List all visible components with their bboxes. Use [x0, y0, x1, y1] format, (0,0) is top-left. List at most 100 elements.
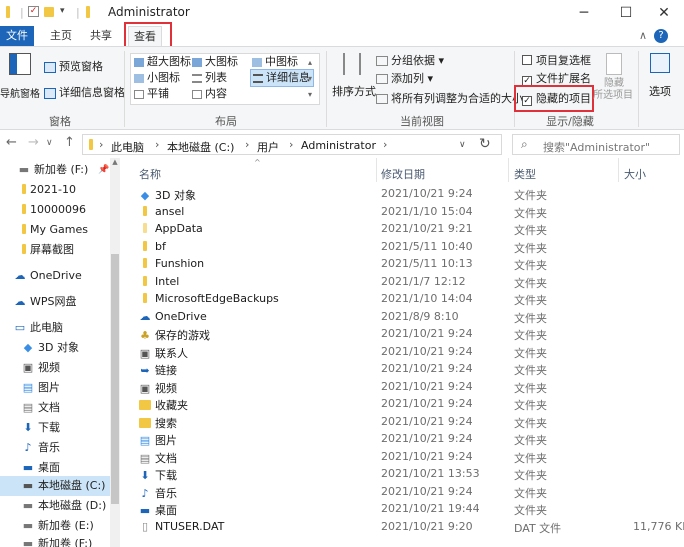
table-row[interactable]: 搜索 2021/10/21 9:24 文件夹	[130, 414, 684, 431]
table-row[interactable]: AppData 2021/10/21 9:21 文件夹	[130, 221, 684, 238]
item-checkboxes-toggle[interactable]: 项目复选框	[522, 53, 591, 69]
table-row[interactable]: ▤ 文档 2021/10/21 9:24 文件夹	[130, 449, 684, 466]
ribbon-panel: 导航窗格 预览窗格 详细信息窗格 窗格 超大图标 大图标 中图标 小图标 列表 …	[0, 46, 684, 130]
nav-item-documents[interactable]: ▤ 文档	[22, 398, 60, 418]
close-button[interactable]: ✕	[644, 2, 684, 24]
options-icon	[650, 53, 670, 73]
table-row[interactable]: bf 2021/5/11 10:40 文件夹	[130, 239, 684, 256]
table-row[interactable]: ⬇ 下载 2021/10/21 13:53 文件夹	[130, 466, 684, 483]
nav-item-volume-f[interactable]: ▬ 新加卷 (F:)	[22, 534, 92, 547]
nav-item-local-disk-c[interactable]: ▬ 本地磁盘 (C:)	[0, 476, 112, 496]
navigation-scrollbar[interactable]: ▲	[110, 158, 120, 547]
table-row[interactable]: MicrosoftEdgeBackups 2021/1/10 14:04 文件夹	[130, 291, 684, 308]
hide-selected-button[interactable]: 隐藏 所选项目	[593, 53, 634, 102]
table-row[interactable]: ▣ 联系人 2021/10/21 9:24 文件夹	[130, 344, 684, 361]
collapse-ribbon-icon[interactable]: ∧	[636, 26, 650, 46]
column-header-size[interactable]: 大小	[624, 166, 646, 182]
preview-pane-button[interactable]: 预览窗格	[44, 59, 103, 75]
forward-button[interactable]: →	[28, 135, 39, 150]
folder-icon	[143, 223, 147, 233]
breadcrumb-this-pc[interactable]: 此电脑	[111, 139, 144, 155]
layout-details[interactable]: 详细信息	[250, 69, 314, 87]
nav-item-downloads[interactable]: ⬇ 下载	[22, 418, 60, 438]
nav-item-local-disk-d[interactable]: ▬ 本地磁盘 (D:)	[22, 496, 106, 516]
nav-item-volume-f-pinned[interactable]: ▬ 新加卷 (F:) 📌	[18, 160, 109, 180]
table-row[interactable]: ▣ 视频 2021/10/21 9:24 文件夹	[130, 379, 684, 396]
table-row[interactable]: ◆ 3D 对象 2021/10/21 9:24 文件夹	[130, 186, 684, 203]
refresh-button[interactable]: ↻	[479, 136, 491, 152]
tab-file[interactable]: 文件	[0, 26, 34, 46]
details-pane-button[interactable]: 详细信息窗格	[44, 85, 125, 101]
help-icon[interactable]: ?	[654, 29, 668, 43]
favorites-icon	[139, 400, 151, 410]
nav-item-desktop[interactable]: ▬ 桌面	[22, 458, 60, 478]
table-row[interactable]: ☁ OneDrive 2021/8/9 8:10 文件夹	[130, 309, 684, 326]
layout-content[interactable]: 内容	[192, 86, 227, 102]
cube-icon: ◆	[23, 341, 33, 354]
nav-item-3d-objects[interactable]: ◆ 3D 对象	[22, 338, 79, 358]
fit-columns-button[interactable]: 将所有列调整为合适的大小	[376, 91, 523, 107]
nav-item-videos[interactable]: ▣ 视频	[22, 358, 60, 378]
properties-icon[interactable]: ✓	[28, 6, 39, 17]
add-column-button[interactable]: 添加列 ▾	[376, 71, 433, 87]
options-button[interactable]: 选项	[642, 53, 678, 99]
breadcrumb-users[interactable]: 用户	[257, 139, 279, 155]
layout-medium-icons[interactable]: 中图标	[252, 54, 298, 70]
nav-item-onedrive[interactable]: ☁ OneDrive	[14, 266, 82, 286]
drive-icon: ▬	[22, 499, 34, 512]
nav-item-my-games[interactable]: My Games	[22, 220, 88, 240]
nav-item-wps-cloud[interactable]: ☁ WPS网盘	[14, 292, 77, 312]
search-box[interactable]: ⌕ 搜索"Administrator"	[512, 134, 680, 155]
address-dropdown-icon[interactable]: ∨	[459, 140, 466, 150]
table-row[interactable]: ansel 2021/1/10 15:04 文件夹	[130, 204, 684, 221]
navigation-pane: ▬ 新加卷 (F:) 📌 2021-10 10000096 My Games 屏幕截…	[0, 158, 124, 547]
layout-small-icons[interactable]: 小图标	[134, 70, 180, 86]
new-folder-quick-icon[interactable]	[44, 6, 58, 19]
recent-locations-button[interactable]: ∨	[46, 138, 53, 148]
table-row[interactable]: ▤ 图片 2021/10/21 9:24 文件夹	[130, 431, 684, 448]
table-row[interactable]: 收藏夹 2021/10/21 9:24 文件夹	[130, 396, 684, 413]
table-row[interactable]: ▬ 桌面 2021/10/21 19:44 文件夹	[130, 501, 684, 518]
nav-item-volume-e[interactable]: ▬ 新加卷 (E:)	[22, 516, 94, 536]
layout-tiles[interactable]: 平铺	[134, 86, 169, 102]
nav-item-screenshots[interactable]: 屏幕截图	[22, 240, 74, 260]
column-header-name[interactable]: 名称	[139, 166, 161, 182]
folder-icon	[143, 258, 147, 268]
column-header-type[interactable]: 类型	[514, 166, 536, 182]
nav-item-music[interactable]: ♪ 音乐	[22, 438, 60, 458]
nav-item-this-pc[interactable]: ▭ 此电脑	[14, 318, 63, 338]
column-header-date[interactable]: 修改日期	[381, 166, 425, 182]
nav-item-2021-10[interactable]: 2021-10	[22, 180, 76, 200]
table-row[interactable]: ➥ 链接 2021/10/21 9:24 文件夹	[130, 361, 684, 378]
nav-item-pictures[interactable]: ▤ 图片	[22, 378, 60, 398]
scroll-up-icon[interactable]: ▲	[110, 158, 120, 166]
table-row[interactable]: ♣ 保存的游戏 2021/10/21 9:24 文件夹	[130, 326, 684, 343]
item-checkboxes-checkbox[interactable]	[522, 55, 532, 65]
quick-access-dropdown-icon[interactable]: ▾	[60, 6, 65, 16]
address-bar[interactable]: › 此电脑 › 本地磁盘 (C:) › 用户 › Administrator ›…	[82, 134, 502, 155]
folder-icon	[22, 204, 26, 214]
navigation-pane-button[interactable]: 导航窗格	[0, 53, 40, 100]
nav-item-10000096[interactable]: 10000096	[22, 200, 86, 220]
breadcrumb-local-disk-c[interactable]: 本地磁盘 (C:)	[167, 139, 234, 155]
tab-home[interactable]: 主页	[46, 26, 76, 46]
table-row[interactable]: ♪ 音乐 2021/10/21 9:24 文件夹	[130, 484, 684, 501]
layout-scroll-icon[interactable]: ▴ ▾ ▾	[308, 55, 312, 103]
group-by-button[interactable]: 分组依据 ▾	[376, 53, 444, 69]
table-row[interactable]: Funshion 2021/5/11 10:13 文件夹	[130, 256, 684, 273]
tab-share[interactable]: 共享	[86, 26, 116, 46]
layout-extra-large-icons[interactable]: 超大图标	[134, 54, 191, 70]
back-button[interactable]: ←	[6, 135, 17, 150]
maximize-button[interactable]: ☐	[606, 2, 646, 24]
layout-list[interactable]: 列表	[192, 70, 227, 86]
title-folder-icon	[86, 6, 94, 20]
title-bar: | ✓ ▾ | Administrator ─ ☐ ✕	[0, 0, 684, 26]
table-row[interactable]: Intel 2021/1/7 12:12 文件夹	[130, 274, 684, 291]
breadcrumb-administrator[interactable]: Administrator	[301, 139, 376, 152]
minimize-button[interactable]: ─	[564, 2, 604, 24]
up-button[interactable]: ↑	[64, 135, 75, 150]
table-row[interactable]: ▯ NTUSER.DAT 2021/10/21 9:20 DAT 文件 11,776 K…	[130, 519, 684, 536]
pin-icon[interactable]: 📌	[98, 160, 109, 180]
sort-by-button[interactable]: 排序方式	[332, 53, 376, 99]
layout-large-icons[interactable]: 大图标	[192, 54, 238, 70]
